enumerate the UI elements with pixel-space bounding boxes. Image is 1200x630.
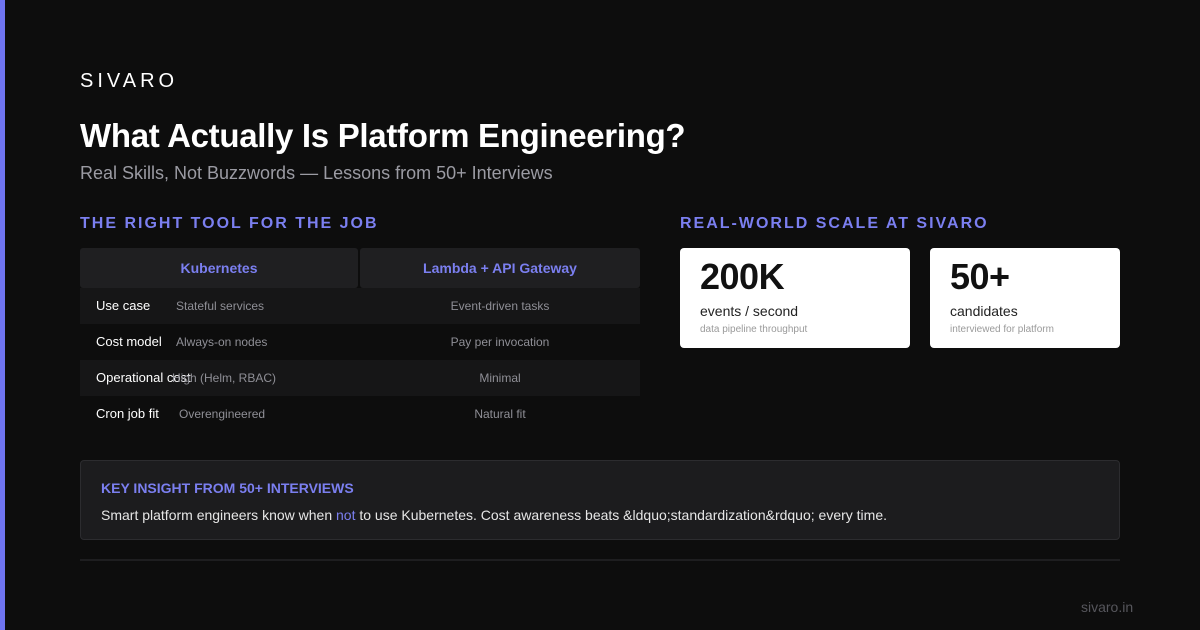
scale-heading: REAL-WORLD SCALE AT SIVARO	[680, 215, 989, 232]
stat-description: data pipeline throughput	[700, 324, 808, 335]
lambda-value: Natural fit	[474, 407, 526, 421]
lambda-value: Event-driven tasks	[450, 299, 550, 313]
divider	[80, 559, 1120, 561]
column-header-lambda: Lambda + API Gateway	[360, 248, 640, 288]
brand-logo: SIVARO	[80, 70, 179, 92]
column-header-kubernetes: Kubernetes	[80, 248, 358, 288]
stat-label: candidates	[950, 303, 1018, 319]
table-row: Operational cost High (Helm, RBAC) Minim…	[80, 360, 640, 396]
insight-text-end: to use Kubernetes. Cost awareness beats …	[355, 507, 887, 523]
kubernetes-value: Stateful services	[176, 299, 265, 313]
stat-label: events / second	[700, 303, 799, 319]
kubernetes-value: High (Helm, RBAC)	[172, 371, 277, 385]
insight-text-start: Smart platform engineers know when	[101, 507, 336, 523]
stat-value: 50+	[950, 256, 1010, 297]
kubernetes-value: Always-on nodes	[176, 335, 268, 349]
insight-highlight: not	[336, 507, 356, 523]
comparison-table: Kubernetes Lambda + API Gateway Use case…	[80, 248, 640, 432]
page-subtitle: Real Skills, Not Buzzwords — Lessons fro…	[80, 163, 553, 183]
lambda-value: Pay per invocation	[450, 335, 550, 349]
page-title: What Actually Is Platform Engineering?	[80, 117, 686, 154]
insight-title: KEY INSIGHT FROM 50+ INTERVIEWS	[101, 480, 354, 496]
row-label: Cron job fit	[96, 406, 159, 421]
comparison-header-row: Kubernetes Lambda + API Gateway	[80, 248, 640, 288]
lambda-value: Minimal	[479, 371, 521, 385]
accent-bar	[0, 0, 5, 630]
stat-description: interviewed for platform	[950, 324, 1054, 335]
insight-text: Smart platform engineers know when not t…	[101, 507, 887, 523]
row-label: Use case	[96, 298, 151, 313]
table-row: Cron job fit Overengineered Natural fit	[80, 396, 640, 432]
stat-card-candidates: 50+ candidates interviewed for platform	[930, 248, 1120, 348]
footer-url: sivaro.in	[1081, 599, 1134, 615]
table-row: Use case Stateful services Event-driven …	[80, 288, 640, 324]
stat-value: 200K	[700, 256, 785, 297]
table-row: Cost model Always-on nodes Pay per invoc…	[80, 324, 640, 360]
kubernetes-value: Overengineered	[179, 407, 266, 421]
key-insight-box: KEY INSIGHT FROM 50+ INTERVIEWS Smart pl…	[80, 460, 1120, 540]
stat-card-throughput: 200K events / second data pipeline throu…	[680, 248, 910, 348]
comparison-heading: THE RIGHT TOOL FOR THE JOB	[80, 215, 379, 232]
row-label: Cost model	[96, 334, 162, 349]
